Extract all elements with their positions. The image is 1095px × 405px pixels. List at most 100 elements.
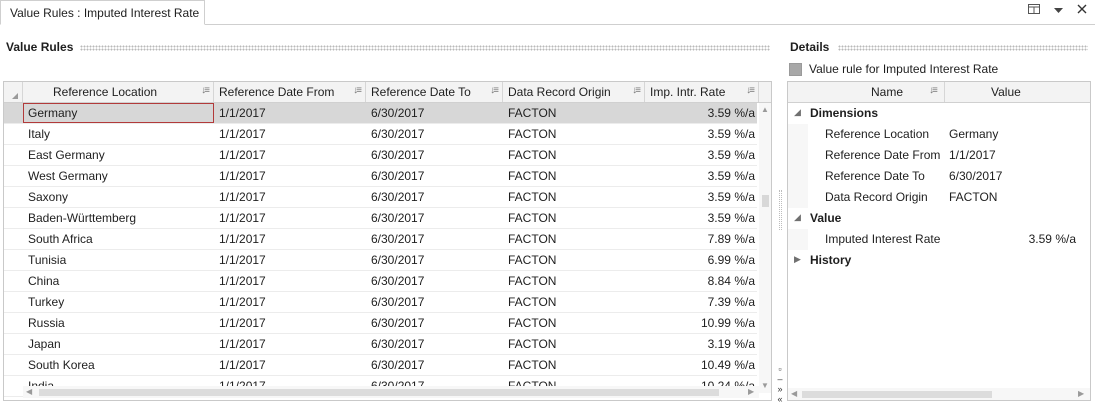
scroll-right-arrow-icon[interactable]: ▶ [748, 387, 754, 396]
cell-imp-intr-rate[interactable]: 3.19 %/a [645, 334, 759, 354]
cell-reference-date-from[interactable]: 1/1/2017 [214, 187, 366, 207]
splitter-grip[interactable] [779, 190, 782, 230]
value-rule-checkbox-row[interactable]: Value rule for Imputed Interest Rate [789, 61, 998, 77]
scroll-up-arrow-icon[interactable]: ▲ [761, 105, 769, 114]
cell-reference-date-from[interactable]: 1/1/2017 [214, 229, 366, 249]
table-row[interactable]: China 1/1/2017 6/30/2017 FACTON 8.84 %/a [4, 271, 757, 292]
cell-reference-location[interactable]: Italy [23, 124, 214, 144]
column-header-reference-date-from[interactable]: Reference Date From ↓≡ [214, 82, 366, 102]
cell-reference-date-from[interactable]: 1/1/2017 [214, 250, 366, 270]
table-row[interactable]: East Germany 1/1/2017 6/30/2017 FACTON 3.59 … [4, 145, 757, 166]
details-horizontal-scroll-thumb[interactable] [802, 391, 992, 398]
table-row[interactable]: Germany 1/1/2017 6/30/2017 FACTON 3.59 %/a [4, 103, 757, 124]
sort-icon[interactable]: ↓≡ [201, 85, 210, 96]
cell-data-record-origin[interactable]: FACTON [503, 124, 645, 144]
table-row[interactable]: West Germany 1/1/2017 6/30/2017 FACTON 3.59 … [4, 166, 757, 187]
horizontal-scroll-thumb[interactable] [39, 389, 719, 396]
scroll-right-arrow-icon[interactable]: ▶ [1078, 389, 1084, 398]
cell-data-record-origin[interactable]: FACTON [503, 103, 645, 123]
cell-reference-date-to[interactable]: 6/30/2017 [366, 166, 503, 186]
column-header-reference-date-to[interactable]: Reference Date To ↓≡ [366, 82, 503, 102]
cell-reference-location[interactable]: Tunisia [23, 250, 214, 270]
cell-imp-intr-rate[interactable]: 3.59 %/a [645, 124, 759, 144]
cell-imp-intr-rate[interactable]: 3.59 %/a [645, 166, 759, 186]
cell-data-record-origin[interactable]: FACTON [503, 208, 645, 228]
table-row[interactable]: Saxony 1/1/2017 6/30/2017 FACTON 3.59 %/a [4, 187, 757, 208]
cell-reference-location[interactable]: East Germany [23, 145, 214, 165]
cell-reference-date-from[interactable]: 1/1/2017 [214, 355, 366, 375]
cell-data-record-origin[interactable]: FACTON [503, 271, 645, 291]
cell-reference-date-to[interactable]: 6/30/2017 [366, 271, 503, 291]
dropdown-icon[interactable] [1051, 3, 1065, 19]
tab-value-rules[interactable]: Value Rules : Imputed Interest Rate [0, 0, 205, 25]
sort-icon[interactable]: ↓≡ [746, 85, 755, 96]
cell-reference-date-to[interactable]: 6/30/2017 [366, 229, 503, 249]
cell-reference-date-to[interactable]: 6/30/2017 [366, 124, 503, 144]
cell-reference-date-from[interactable]: 1/1/2017 [214, 145, 366, 165]
value-column-header[interactable]: Value [991, 85, 1021, 99]
select-all-corner[interactable] [4, 82, 23, 102]
property-row[interactable]: Data Record Origin FACTON [788, 187, 1090, 208]
cell-reference-date-to[interactable]: 6/30/2017 [366, 292, 503, 312]
cell-reference-date-to[interactable]: 6/30/2017 [366, 250, 503, 270]
cell-reference-date-from[interactable]: 1/1/2017 [214, 334, 366, 354]
cell-reference-date-to[interactable]: 6/30/2017 [366, 334, 503, 354]
cell-reference-location[interactable]: Germany [23, 103, 214, 123]
table-row[interactable]: Italy 1/1/2017 6/30/2017 FACTON 3.59 %/a [4, 124, 757, 145]
cell-reference-location[interactable]: South Korea [23, 355, 214, 375]
collapsed-triangle-icon[interactable]: ▶ [794, 254, 801, 265]
cell-reference-date-to[interactable]: 6/30/2017 [366, 313, 503, 333]
column-header-data-record-origin[interactable]: Data Record Origin ↓≡ [503, 82, 645, 102]
cell-reference-date-from[interactable]: 1/1/2017 [214, 271, 366, 291]
table-row[interactable]: Baden-Württemberg 1/1/2017 6/30/2017 FACTON… [4, 208, 757, 229]
table-row[interactable]: Turkey 1/1/2017 6/30/2017 FACTON 7.39 %/a [4, 292, 757, 313]
cell-imp-intr-rate[interactable]: 10.99 %/a [645, 313, 759, 333]
table-row[interactable]: Japan 1/1/2017 6/30/2017 FACTON 3.19 %/a [4, 334, 757, 355]
column-header-imp-intr-rate[interactable]: Imp. Intr. Rate ↓≡ [645, 82, 759, 102]
cell-reference-date-from[interactable]: 1/1/2017 [214, 166, 366, 186]
expand-right-icon[interactable]: » [775, 384, 785, 394]
cell-reference-location[interactable]: China [23, 271, 214, 291]
property-row[interactable]: Reference Date To 6/30/2017 [788, 166, 1090, 187]
cell-reference-location[interactable]: Turkey [23, 292, 214, 312]
cell-reference-location[interactable]: West Germany [23, 166, 214, 186]
splitter-dash-icon[interactable]: – [775, 374, 785, 384]
cell-imp-intr-rate[interactable]: 8.84 %/a [645, 271, 759, 291]
collapse-left-icon[interactable]: « [775, 394, 785, 404]
horizontal-scrollbar[interactable]: ◀ ▶ [23, 386, 759, 398]
cell-imp-intr-rate[interactable]: 3.59 %/a [645, 187, 759, 207]
cell-data-record-origin[interactable]: FACTON [503, 313, 645, 333]
scroll-left-arrow-icon[interactable]: ◀ [791, 389, 797, 398]
table-row[interactable]: Tunisia 1/1/2017 6/30/2017 FACTON 6.99 %/a [4, 250, 757, 271]
table-row[interactable]: South Korea 1/1/2017 6/30/2017 FACTON 10.49 … [4, 355, 757, 376]
cell-data-record-origin[interactable]: FACTON [503, 355, 645, 375]
cell-data-record-origin[interactable]: FACTON [503, 250, 645, 270]
cell-imp-intr-rate[interactable]: 7.89 %/a [645, 229, 759, 249]
sort-icon[interactable]: ↓≡ [353, 85, 362, 96]
cell-data-record-origin[interactable]: FACTON [503, 187, 645, 207]
cell-reference-location[interactable]: South Africa [23, 229, 214, 249]
expanded-triangle-icon[interactable]: ◢ [794, 212, 801, 223]
cell-data-record-origin[interactable]: FACTON [503, 292, 645, 312]
table-row[interactable]: Russia 1/1/2017 6/30/2017 FACTON 10.99 %/a [4, 313, 757, 334]
cell-imp-intr-rate[interactable]: 7.39 %/a [645, 292, 759, 312]
scroll-down-arrow-icon[interactable]: ▼ [761, 381, 769, 390]
value-rule-checkbox[interactable] [789, 62, 802, 76]
vertical-scrollbar[interactable]: ▲ ▼ [759, 103, 771, 393]
cell-imp-intr-rate[interactable]: 3.59 %/a [645, 103, 759, 123]
category-dimensions[interactable]: ◢ Dimensions [788, 103, 1090, 124]
property-row[interactable]: Reference Location Germany [788, 124, 1090, 145]
cell-reference-date-to[interactable]: 6/30/2017 [366, 187, 503, 207]
cell-data-record-origin[interactable]: FACTON [503, 334, 645, 354]
table-row[interactable]: South Africa 1/1/2017 6/30/2017 FACTON 7.89 … [4, 229, 757, 250]
cell-reference-date-to[interactable]: 6/30/2017 [366, 355, 503, 375]
cell-reference-date-to[interactable]: 6/30/2017 [366, 208, 503, 228]
cell-reference-date-from[interactable]: 1/1/2017 [214, 313, 366, 333]
cell-reference-location[interactable]: Russia [23, 313, 214, 333]
cell-reference-date-from[interactable]: 1/1/2017 [214, 124, 366, 144]
category-value[interactable]: ◢ Value [788, 208, 1090, 229]
cell-reference-location[interactable]: Japan [23, 334, 214, 354]
cell-reference-date-from[interactable]: 1/1/2017 [214, 103, 366, 123]
cell-imp-intr-rate[interactable]: 6.99 %/a [645, 250, 759, 270]
sort-icon[interactable]: ↓≡ [929, 85, 938, 96]
